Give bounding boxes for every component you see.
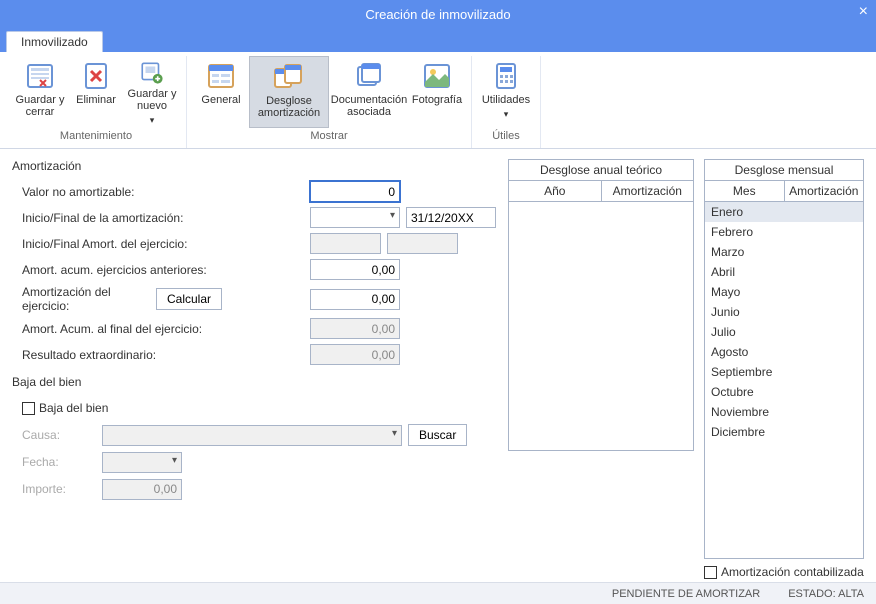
resultado-input xyxy=(310,344,400,365)
tabla-anual-col-ano: Año xyxy=(509,181,602,201)
tabla-anual: Desglose anual teórico Año Amortización xyxy=(508,159,694,451)
chevron-down-icon: ▾ xyxy=(150,114,155,126)
delete-label: Eliminar xyxy=(76,94,116,106)
valor-no-amort-input[interactable] xyxy=(310,181,400,202)
tabla-mensual: Desglose mensual Mes Amortización EneroF… xyxy=(704,159,864,559)
table-row[interactable]: Marzo xyxy=(705,242,863,262)
table-row[interactable]: Julio xyxy=(705,322,863,342)
save-new-label: Guardar y nuevo xyxy=(126,88,178,112)
table-row[interactable]: Septiembre xyxy=(705,362,863,382)
save-new-button[interactable]: Guardar y nuevo ▾ xyxy=(124,56,180,128)
tabla-mensual-col-mes: Mes xyxy=(705,181,785,201)
inicio-ejercicio-input xyxy=(310,233,381,254)
fotografia-label: Fotografía xyxy=(412,94,462,106)
photo-icon xyxy=(421,60,453,92)
acum-final-label: Amort. Acum. al final del ejercicio: xyxy=(22,322,310,336)
chevron-down-icon: ▾ xyxy=(504,108,509,120)
ribbon-group-label-utiles: Útiles xyxy=(492,128,520,146)
baja-checkbox-label: Baja del bien xyxy=(39,401,108,415)
documents-icon xyxy=(353,60,385,92)
table-row[interactable]: Enero xyxy=(705,202,863,222)
calculator-icon xyxy=(490,60,522,92)
status-pendiente: PENDIENTE DE AMORTIZAR xyxy=(612,588,760,600)
table-row[interactable]: Abril xyxy=(705,262,863,282)
final-ejercicio-input xyxy=(387,233,458,254)
amort-contab-label: Amortización contabilizada xyxy=(721,565,864,579)
table-row[interactable]: Febrero xyxy=(705,222,863,242)
resultado-label: Resultado extraordinario: xyxy=(22,348,310,362)
final-amort-date[interactable] xyxy=(406,207,496,228)
ribbon-group-label-mostrar: Mostrar xyxy=(310,128,347,146)
table-row[interactable]: Octubre xyxy=(705,382,863,402)
ribbon-group-mantenimiento: Guardar y cerrar Eliminar Guardar y nuev… xyxy=(6,56,187,148)
status-estado: ESTADO: ALTA xyxy=(788,588,864,600)
statusbar: PENDIENTE DE AMORTIZAR ESTADO: ALTA xyxy=(0,582,876,604)
table-row[interactable]: Agosto xyxy=(705,342,863,362)
utilidades-button[interactable]: Utilidades ▾ xyxy=(478,56,534,128)
table-row[interactable]: Diciembre xyxy=(705,422,863,442)
tab-inmovilizado[interactable]: Inmovilizado xyxy=(6,31,103,52)
delete-icon xyxy=(80,60,112,92)
titlebar: Creación de inmovilizado × xyxy=(0,0,876,28)
fecha-date[interactable] xyxy=(102,452,182,473)
acum-anteriores-label: Amort. acum. ejercicios anteriores: xyxy=(22,263,310,277)
section-baja: Baja del bien xyxy=(12,375,496,389)
ribbon-group-label-mantenimiento: Mantenimiento xyxy=(60,128,132,146)
tabla-anual-col-amort: Amortización xyxy=(602,181,694,201)
utilidades-label: Utilidades xyxy=(482,94,530,106)
tabstrip: Inmovilizado xyxy=(0,28,876,52)
acum-anteriores-input[interactable] xyxy=(310,259,400,280)
table-row[interactable]: Noviembre xyxy=(705,402,863,422)
save-close-icon xyxy=(24,60,56,92)
inicio-final-ejercicio-label: Inicio/Final Amort. del ejercicio: xyxy=(22,237,192,251)
buscar-button[interactable]: Buscar xyxy=(408,424,467,446)
form-icon xyxy=(205,60,237,92)
general-button[interactable]: General xyxy=(193,56,249,128)
importe-input xyxy=(102,479,182,500)
tabla-mensual-title: Desglose mensual xyxy=(705,160,863,181)
ribbon-group-mostrar: General Desglose amortización Documentac… xyxy=(187,56,472,148)
section-amortizacion: Amortización xyxy=(12,159,496,173)
table-row[interactable]: Junio xyxy=(705,302,863,322)
tabla-mensual-col-amort: Amortización xyxy=(785,181,864,201)
acum-final-input xyxy=(310,318,400,339)
causa-label: Causa: xyxy=(22,428,102,442)
save-new-icon xyxy=(136,60,168,86)
inicio-amort-date[interactable] xyxy=(310,207,400,228)
desglose-button[interactable]: Desglose amortización xyxy=(249,56,329,128)
general-label: General xyxy=(201,94,240,106)
amort-contab-checkbox[interactable] xyxy=(704,566,717,579)
tabla-anual-title: Desglose anual teórico xyxy=(509,160,693,181)
importe-label: Importe: xyxy=(22,482,102,496)
calcular-button[interactable]: Calcular xyxy=(156,288,222,310)
causa-select[interactable] xyxy=(102,425,402,446)
save-close-label: Guardar y cerrar xyxy=(14,94,66,118)
delete-button[interactable]: Eliminar xyxy=(68,56,124,128)
window-title: Creación de inmovilizado xyxy=(365,7,510,22)
valor-no-amort-label: Valor no amortizable: xyxy=(22,185,192,199)
desglose-label: Desglose amortización xyxy=(252,95,326,119)
inicio-final-amort-label: Inicio/Final de la amortización: xyxy=(22,211,192,225)
tabla-mensual-body[interactable]: EneroFebreroMarzoAbrilMayoJunioJulioAgos… xyxy=(705,202,863,558)
fecha-label: Fecha: xyxy=(22,455,102,469)
ribbon: Guardar y cerrar Eliminar Guardar y nuev… xyxy=(0,52,876,149)
documentacion-button[interactable]: Documentación asociada xyxy=(329,56,409,128)
breakdown-icon xyxy=(273,61,305,93)
tabla-anual-body[interactable] xyxy=(509,202,693,450)
save-close-button[interactable]: Guardar y cerrar xyxy=(12,56,68,128)
documentacion-label: Documentación asociada xyxy=(331,94,407,118)
ribbon-group-utiles: Utilidades ▾ Útiles xyxy=(472,56,541,148)
amort-ejercicio-input[interactable] xyxy=(310,289,400,310)
baja-checkbox[interactable] xyxy=(22,402,35,415)
fotografia-button[interactable]: Fotografía xyxy=(409,56,465,128)
amort-ejercicio-label: Amortización del ejercicio: xyxy=(22,285,156,313)
close-icon[interactable]: × xyxy=(859,3,868,21)
table-row[interactable]: Mayo xyxy=(705,282,863,302)
